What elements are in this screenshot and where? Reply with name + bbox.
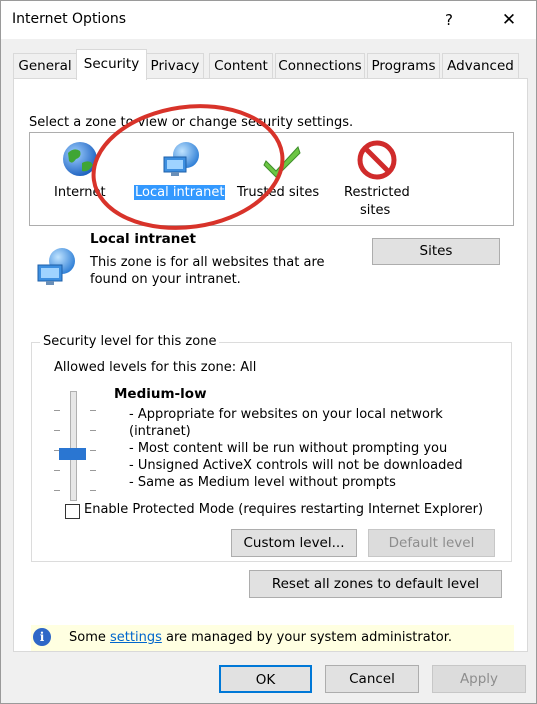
annotation-circle <box>91 104 285 230</box>
internet-options-dialog: Internet Options ? ✕ General Security Pr… <box>0 0 537 704</box>
group-title: Security level for this zone <box>40 334 220 349</box>
slider-tick <box>90 410 96 411</box>
tab-privacy[interactable]: Privacy <box>146 53 204 78</box>
level-desc-line: - Most content will be run without promp… <box>129 441 448 456</box>
level-desc-line: - Appropriate for websites on your local… <box>129 407 443 422</box>
slider-tick <box>90 470 96 471</box>
restricted-icon[interactable] <box>356 139 398 181</box>
slider-tick <box>54 490 60 491</box>
info-text: Some settings are managed by your system… <box>69 630 452 645</box>
window-title: Internet Options <box>12 11 127 27</box>
level-desc-line: (intranet) <box>129 424 191 439</box>
sites-button[interactable]: Sites <box>372 238 500 265</box>
info-icon: i <box>33 628 51 646</box>
slider-tick <box>54 430 60 431</box>
cancel-button[interactable]: Cancel <box>325 665 419 693</box>
apply-button[interactable]: Apply <box>432 665 526 693</box>
default-level-button[interactable]: Default level <box>368 529 495 557</box>
security-level-name: Medium-low <box>114 386 207 402</box>
security-level-group: Security level for this zone Allowed lev… <box>31 334 512 562</box>
slider-tick <box>90 450 96 451</box>
level-desc-line: - Unsigned ActiveX controls will not be … <box>129 458 463 473</box>
local-intranet-large-icon <box>37 248 75 285</box>
tab-connections[interactable]: Connections <box>275 53 365 78</box>
security-slider-thumb[interactable] <box>59 448 86 460</box>
tab-content[interactable]: Content <box>209 53 273 78</box>
tab-advanced[interactable]: Advanced <box>442 53 519 78</box>
protected-mode-checkbox[interactable] <box>65 504 80 519</box>
zone-restricted-label-line2[interactable]: sites <box>360 203 390 218</box>
selected-zone-desc-1: This zone is for all websites that are <box>90 255 325 270</box>
slider-tick <box>90 490 96 491</box>
selected-zone-desc-2: found on your intranet. <box>90 272 241 287</box>
settings-link[interactable]: settings <box>110 630 162 645</box>
tab-security[interactable]: Security <box>76 49 147 80</box>
security-tab-panel: Select a zone to view or change security… <box>13 78 528 652</box>
security-slider-track[interactable] <box>70 391 77 501</box>
close-button[interactable]: ✕ <box>487 5 531 35</box>
help-button[interactable]: ? <box>429 5 469 35</box>
tab-programs[interactable]: Programs <box>367 53 440 78</box>
slider-tick <box>90 430 96 431</box>
custom-level-button[interactable]: Custom level... <box>231 529 357 557</box>
title-bar: Internet Options ? ✕ <box>1 1 536 39</box>
ok-button[interactable]: OK <box>219 665 312 693</box>
protected-mode-label[interactable]: Enable Protected Mode (requires restarti… <box>84 502 483 517</box>
allowed-levels-label: Allowed levels for this zone: All <box>54 360 257 375</box>
admin-info-bar: i Some settings are managed by your syst… <box>31 625 514 651</box>
slider-tick <box>54 410 60 411</box>
info-suffix: are managed by your system administrator… <box>161 630 453 645</box>
slider-tick <box>54 470 60 471</box>
tab-general[interactable]: General <box>13 53 77 78</box>
level-desc-line: - Same as Medium level without prompts <box>129 475 396 490</box>
zone-restricted-label[interactable]: Restricted <box>344 185 410 200</box>
info-prefix: Some <box>69 630 110 645</box>
reset-all-zones-button[interactable]: Reset all zones to default level <box>249 570 502 598</box>
